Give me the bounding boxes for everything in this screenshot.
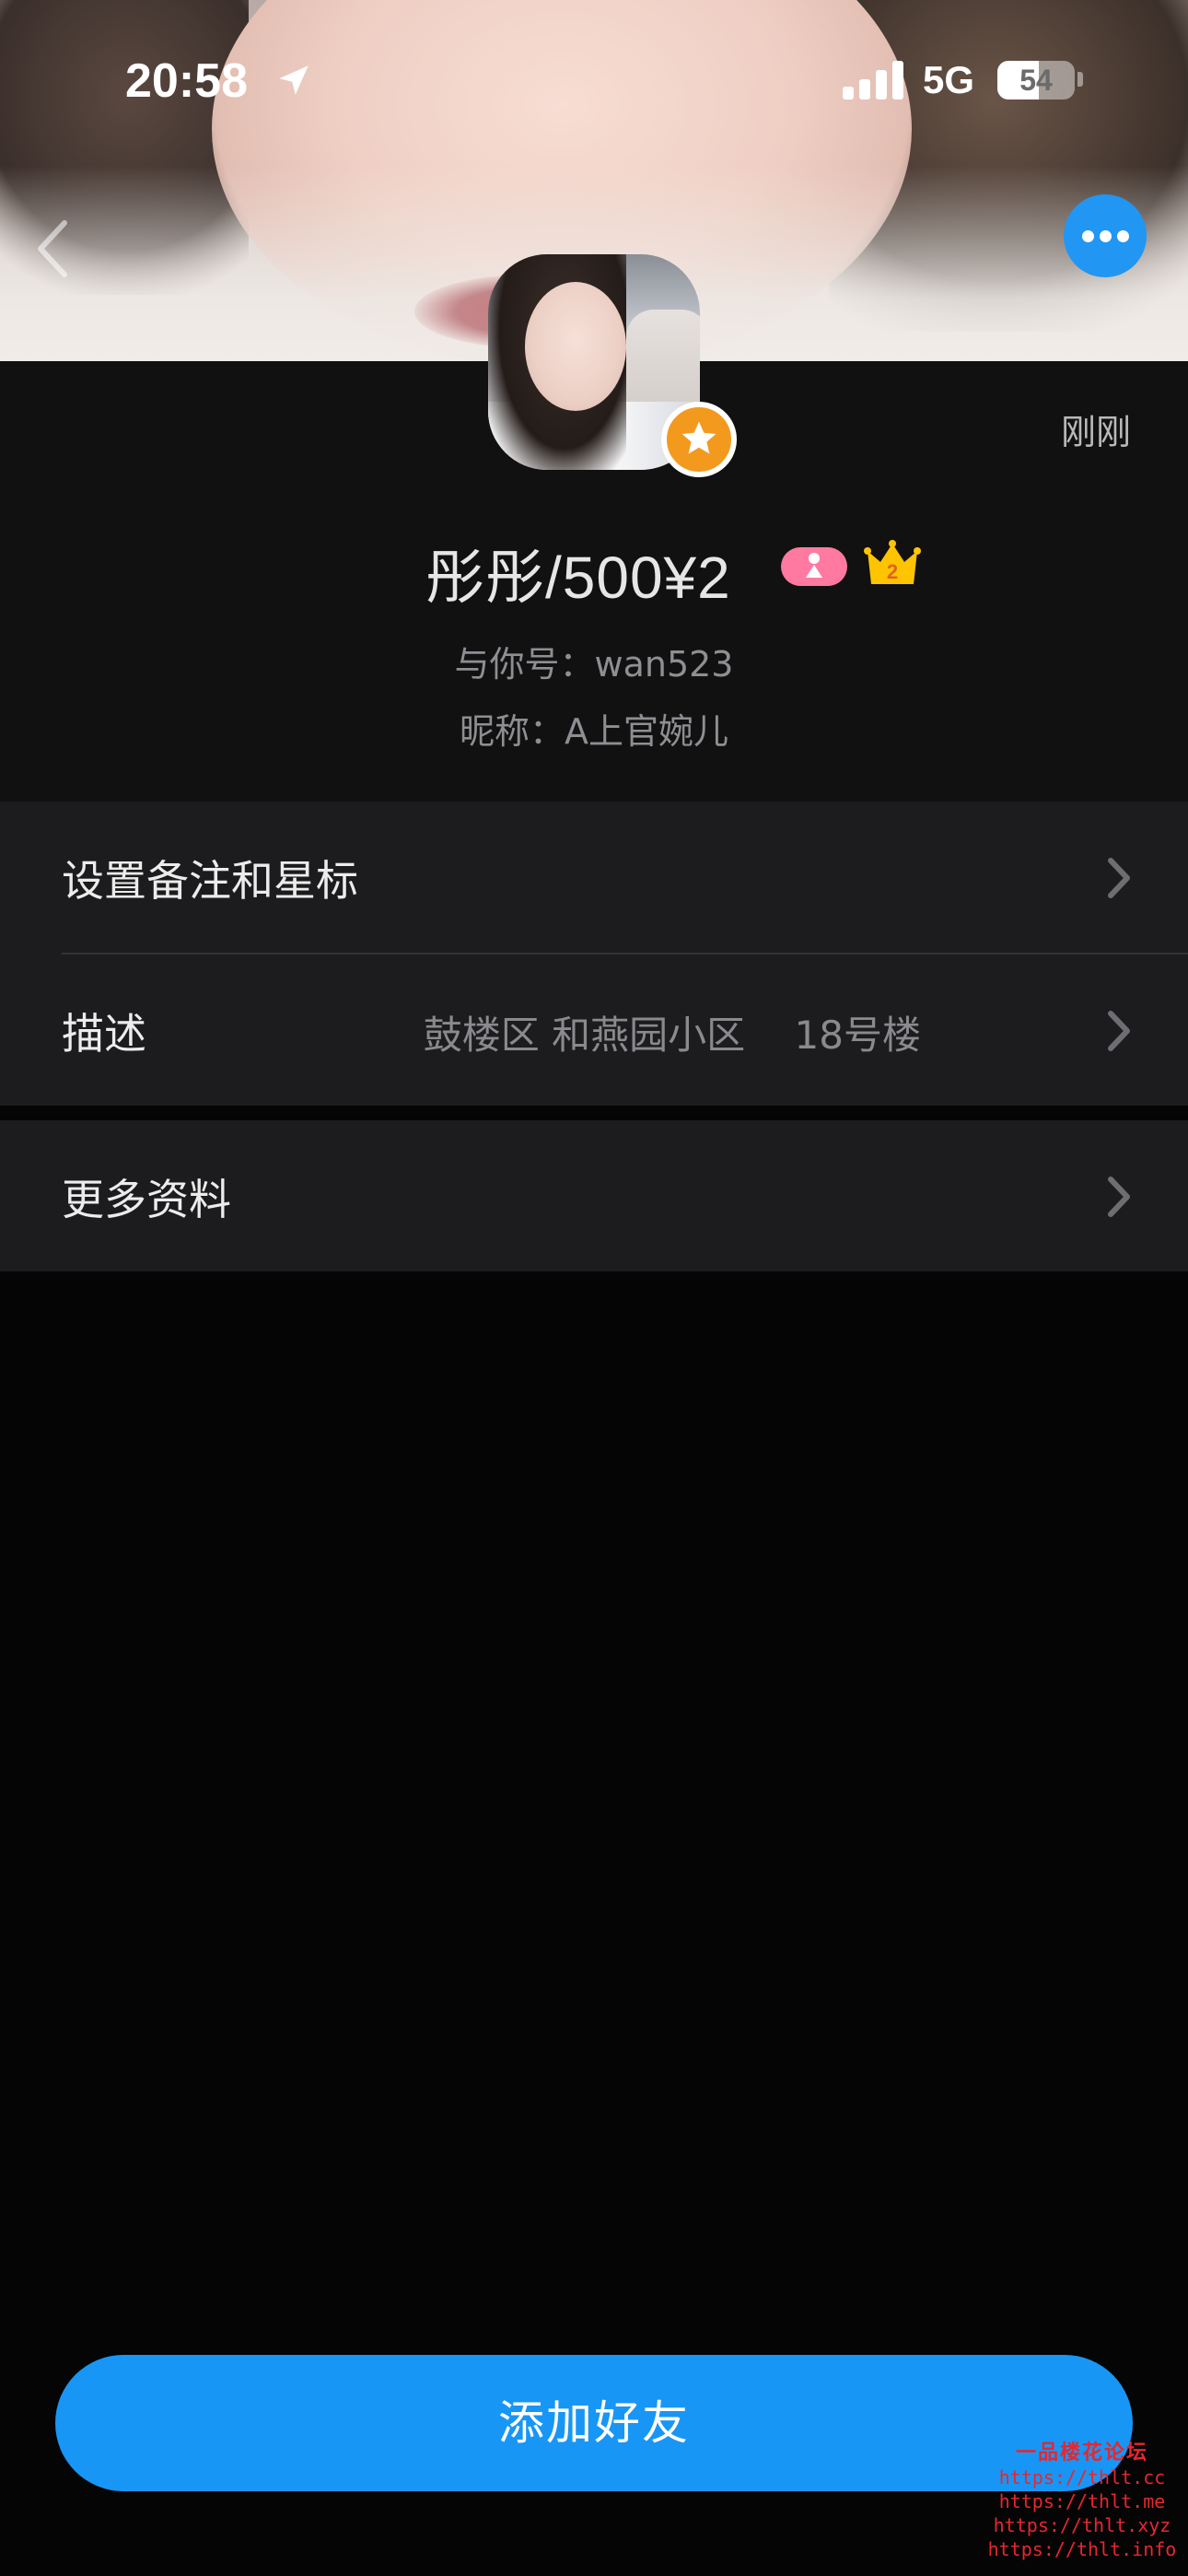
star-badge: [661, 402, 737, 477]
battery-icon: 54: [997, 61, 1075, 100]
last-active-time: 刚刚: [1061, 412, 1132, 452]
chevron-right-icon: [1108, 1177, 1130, 1217]
watermark-title: 一品楼花论坛: [1015, 2441, 1148, 2465]
description-value: 鼓楼区 和燕园小区 18号楼: [423, 1013, 921, 1058]
profile-screen: 20:58 5G 54 刚刚 彤彤/500¥2 2 与你号：wan523 昵称：…: [0, 0, 1188, 2576]
more-dots-icon: [1082, 230, 1094, 242]
more-info-label: 更多资料: [62, 1175, 231, 1224]
watermark-link: https://thlt.xyz: [993, 2514, 1171, 2536]
more-info-row[interactable]: 更多资料: [0, 1120, 1188, 1271]
location-arrow-icon: [279, 65, 309, 95]
description-row[interactable]: 描述 鼓楼区 和燕园小区 18号楼: [0, 954, 1188, 1106]
network-type: 5G: [923, 58, 975, 101]
crown-icon: 2: [864, 540, 921, 584]
name-row: 彤彤/500¥2 2: [0, 531, 1188, 611]
nickname: 昵称：A上官婉儿: [460, 711, 728, 752]
remark-star-row[interactable]: 设置备注和星标: [0, 802, 1188, 953]
status-time: 20:58: [125, 54, 248, 108]
crown-level: 2: [887, 560, 898, 583]
more-options-button[interactable]: [1064, 194, 1147, 277]
gender-icon: [806, 553, 822, 578]
account-id: 与你号：wan523: [454, 644, 734, 685]
signal-icon: [843, 61, 903, 100]
display-name: 彤彤/500¥2: [425, 544, 731, 611]
add-friend-button[interactable]: 添加好友: [55, 2355, 1133, 2491]
back-chevron-icon[interactable]: [26, 214, 81, 284]
watermark-link: https://thlt.me: [998, 2490, 1166, 2512]
watermark-link: https://thlt.info: [987, 2538, 1177, 2560]
chevron-right-icon: [1108, 858, 1130, 898]
more-info-section: 更多资料: [0, 1120, 1188, 1271]
gender-badge: [781, 547, 847, 586]
watermark: 一品楼花论坛 https://thlt.cc https://thlt.me h…: [976, 2436, 1188, 2561]
watermark-link: https://thlt.cc: [998, 2466, 1166, 2488]
remark-star-label: 设置备注和星标: [62, 856, 358, 906]
profile-options: 设置备注和星标 描述 鼓楼区 和燕园小区 18号楼: [0, 802, 1188, 1106]
battery-level: 54: [1019, 64, 1053, 97]
star-icon: [681, 421, 716, 454]
description-label: 描述: [62, 1009, 146, 1059]
chevron-right-icon: [1108, 1011, 1130, 1051]
